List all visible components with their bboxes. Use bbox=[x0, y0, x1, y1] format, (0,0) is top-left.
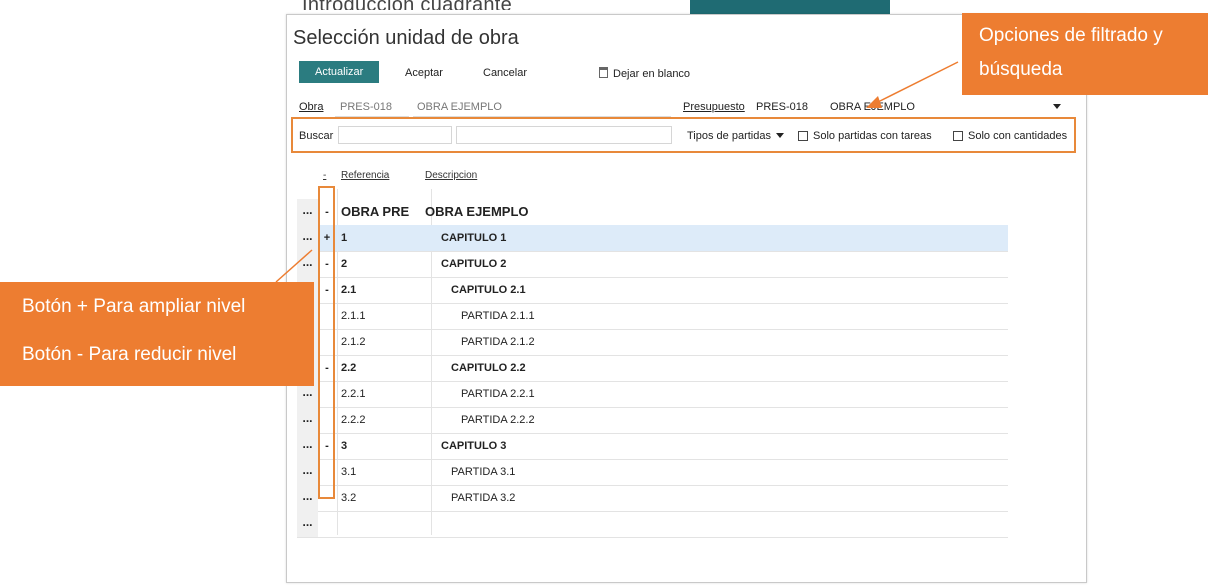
arrowhead-icon bbox=[866, 96, 882, 108]
leader-line-top bbox=[877, 61, 959, 103]
callout-leader-lines bbox=[275, 61, 959, 283]
leader-line-left bbox=[275, 249, 313, 283]
